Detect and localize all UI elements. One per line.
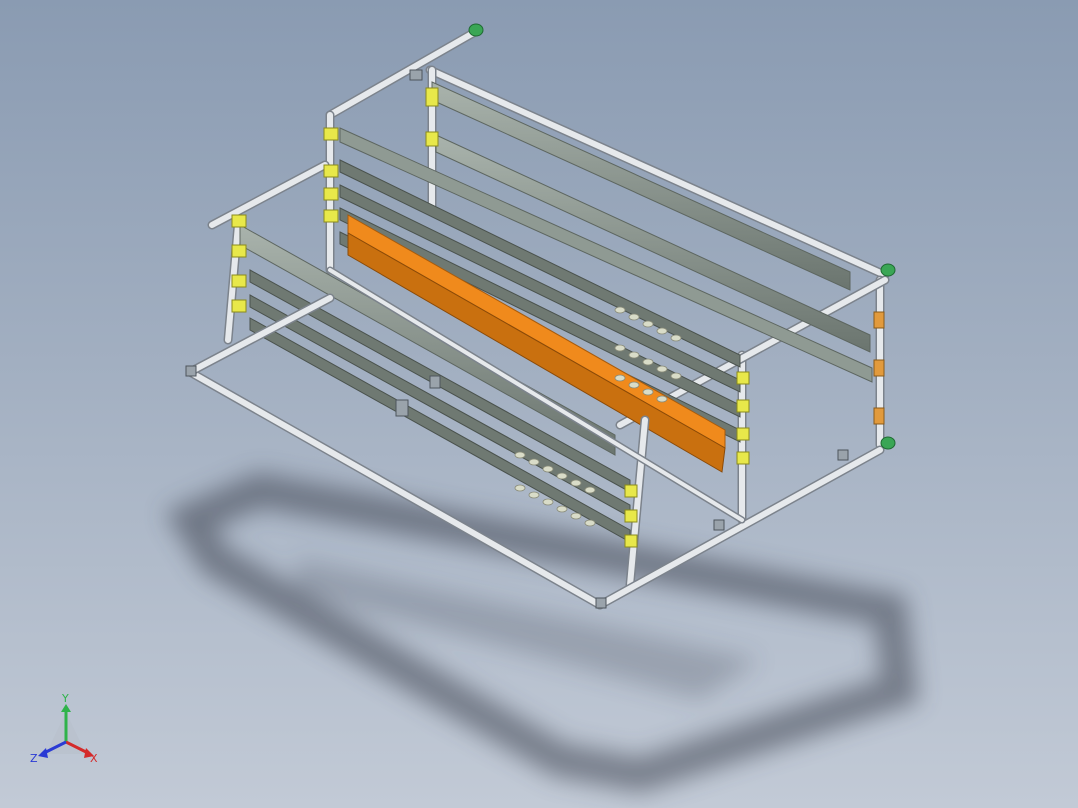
z-axis-label: Z bbox=[30, 752, 38, 765]
graphics-viewport[interactable]: Y X Z bbox=[0, 0, 1078, 808]
model-view[interactable] bbox=[0, 0, 1078, 808]
coordinate-triad: Y X Z bbox=[30, 692, 98, 765]
y-axis-label: Y bbox=[61, 692, 69, 705]
x-axis-label: X bbox=[90, 752, 98, 765]
floor-shadow bbox=[165, 472, 919, 793]
